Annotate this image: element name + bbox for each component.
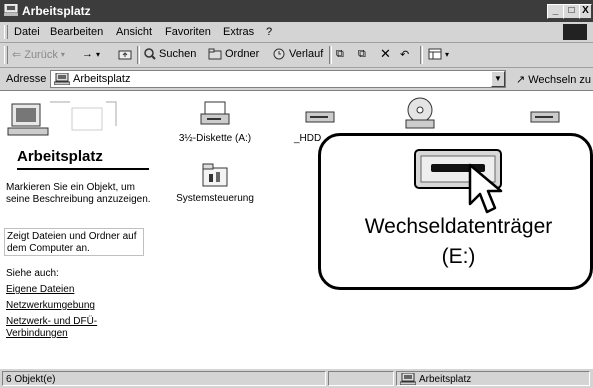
status-location-label: Arbeitsplatz [419, 374, 472, 385]
item-removable-small[interactable] [520, 100, 570, 133]
chevron-down-icon: ▾ [60, 50, 65, 59]
item-label: 3½-Diskette (A:) [178, 133, 252, 144]
panel-info-box: Zeigt Dateien und Ordner auf dem Compute… [4, 228, 144, 256]
status-object-count: 6 Objekt(e) [2, 371, 326, 386]
menu-help[interactable]: ? [266, 26, 272, 38]
address-input[interactable]: Arbeitsplatz [50, 70, 506, 88]
panel-description: Markieren Sie ein Objekt, um seine Besch… [6, 182, 151, 205]
computer-icon [4, 4, 18, 16]
address-label: Adresse [6, 73, 47, 85]
explorer-window: Arbeitsplatz _ □ X Datei Bearbeiten Ansi… [0, 0, 593, 388]
back-label: Zurück [24, 48, 58, 61]
history-button[interactable]: Verlauf [272, 48, 323, 60]
item-floppy[interactable]: 3½-Diskette (A:) [170, 100, 260, 144]
undo-icon: ↶ [400, 49, 410, 61]
callout-drive-name: Wechseldatenträger [364, 215, 553, 238]
forward-arrow-icon: → [82, 48, 93, 60]
go-label: Wechseln zu [528, 73, 591, 86]
move-to-button[interactable]: ⧉ [336, 48, 344, 61]
status-bar: 6 Objekt(e) Arbeitsplatz [0, 368, 593, 388]
toolbar: ⇐ Zurück ▾ → ▾ Suchen Ordner Verlauf ⧉ ⧉… [0, 43, 593, 68]
folders-icon [208, 48, 222, 60]
views-icon [428, 48, 442, 60]
status-empty-cell [328, 371, 394, 386]
panel-title-rule [17, 168, 149, 170]
menu-extras[interactable]: Extras [223, 26, 254, 38]
back-arrow-icon: ⇐ [12, 49, 22, 61]
callout-drive-letter: (E:) [441, 245, 476, 268]
up-folder-button[interactable] [118, 48, 132, 60]
menu-bar: Datei Bearbeiten Ansicht Favoriten Extra… [0, 22, 593, 43]
address-dropdown-button[interactable]: ▼ [491, 71, 505, 87]
go-arrow-icon: ↗ [516, 74, 526, 86]
title-bar[interactable]: Arbeitsplatz _ □ X [0, 0, 593, 22]
go-button[interactable]: ↗ Wechseln zu [516, 73, 591, 87]
search-icon [144, 48, 156, 60]
undo-button[interactable]: ↶ [400, 48, 409, 61]
forward-button[interactable]: → ▾ [82, 48, 100, 60]
zoom-callout: Wechseldatenträger (E:) [318, 133, 593, 290]
views-button[interactable]: ▾ [428, 48, 449, 60]
menu-bearbeiten[interactable]: Bearbeiten [50, 26, 103, 38]
link-eigene-dateien[interactable]: Eigene Dateien [6, 284, 74, 296]
item-cd[interactable] [400, 96, 440, 133]
address-bar: Adresse Arbeitsplatz ▼ ↗ Wechseln zu [0, 68, 593, 91]
chevron-down-icon: ▼ [494, 74, 502, 83]
link-netzwerkumgebung[interactable]: Netzwerkumgebung [6, 300, 95, 312]
toolbar-separator [420, 46, 423, 64]
history-label: Verlauf [289, 48, 324, 60]
search-button[interactable]: Suchen [144, 48, 196, 60]
toolbar-grip [4, 46, 8, 64]
hard-drive-icon [305, 111, 335, 123]
cd-drive-icon [405, 97, 435, 129]
mouse-pointer-icon [468, 163, 503, 214]
window-title: Arbeitsplatz [22, 4, 91, 18]
toolbar-separator [329, 46, 332, 64]
up-folder-icon [118, 50, 132, 60]
maximize-button[interactable]: □ [563, 4, 580, 19]
menu-grip [4, 25, 8, 39]
computer-icon [54, 73, 70, 85]
copy-to-button[interactable]: ⧉ [358, 48, 366, 61]
link-netzwerk-dfue[interactable]: Netzwerk- und DFÜ-Verbindungen [6, 316, 106, 340]
chevron-down-icon: ▾ [96, 49, 101, 59]
menu-datei[interactable]: Datei [14, 26, 40, 38]
folders-label: Ordner [225, 48, 260, 60]
close-button[interactable]: X [579, 4, 592, 19]
panel-title: Arbeitsplatz [17, 148, 103, 165]
delete-icon: ✕ [380, 46, 391, 61]
delete-button[interactable]: ✕ [380, 46, 391, 62]
windows-logo-icon [563, 24, 587, 40]
removable-drive-icon [530, 111, 560, 123]
info-panel: Arbeitsplatz Markieren Sie ein Objekt, u… [0, 92, 160, 367]
computer-icon [400, 373, 416, 385]
see-also-label: Siehe auch: [6, 268, 59, 279]
chevron-down-icon: ▾ [445, 49, 450, 59]
menu-ansicht[interactable]: Ansicht [116, 26, 152, 38]
toolbar-separator [137, 46, 140, 64]
address-value: Arbeitsplatz [73, 73, 131, 85]
folders-button[interactable]: Ordner [208, 48, 259, 60]
floppy-drive-icon [200, 101, 230, 125]
item-label: Systemsteuerung [176, 193, 254, 204]
minimize-button[interactable]: _ [547, 4, 564, 19]
item-control-panel[interactable]: Systemsteuerung [170, 162, 260, 204]
computer-large-icon [7, 101, 117, 136]
control-panel-icon [202, 163, 228, 187]
copy-to-icon: ⧉ [358, 48, 366, 60]
search-label: Suchen [159, 48, 197, 60]
move-to-icon: ⧉ [336, 48, 344, 60]
menu-favoriten[interactable]: Favoriten [165, 26, 211, 38]
back-button[interactable]: ⇐ Zurück ▾ [12, 48, 65, 62]
status-location: Arbeitsplatz [396, 371, 590, 386]
history-icon [273, 48, 285, 60]
